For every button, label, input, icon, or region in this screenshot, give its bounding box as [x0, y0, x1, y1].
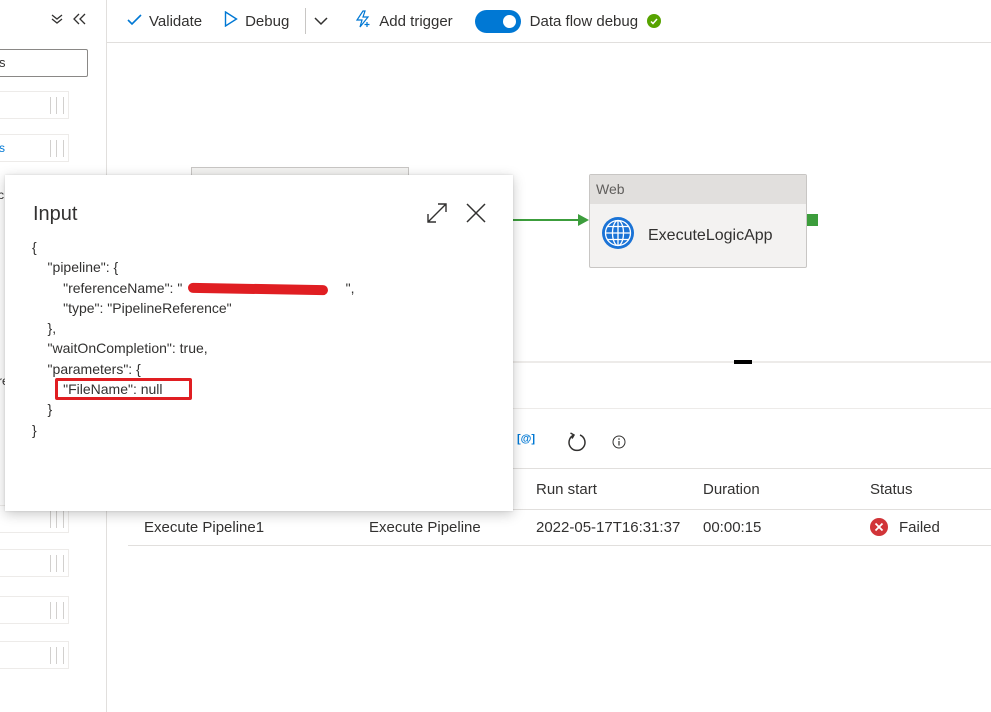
- drag-handle-icon[interactable]: [50, 97, 64, 114]
- code-line: {: [32, 239, 37, 255]
- code-line: "type": "PipelineReference": [32, 299, 232, 316]
- resource-row-label: c: [0, 188, 4, 202]
- filter-resources-input[interactable]: s: [0, 49, 88, 77]
- validate-label: Validate: [149, 12, 203, 30]
- success-connector: [512, 219, 582, 221]
- pipeline-toolbar: Validate Debug Add trigger Data flow deb…: [107, 0, 991, 43]
- activity-type-label: Web: [590, 175, 806, 204]
- column-header-run-start[interactable]: Run start: [536, 481, 597, 498]
- code-line: }: [32, 401, 53, 418]
- close-icon[interactable]: [465, 202, 487, 229]
- resource-row[interactable]: [0, 91, 69, 119]
- activity-name: ExecuteLogicApp: [648, 226, 773, 244]
- chevron-down-icon: [314, 13, 328, 30]
- output-toolbar-divider: [512, 408, 991, 409]
- dialog-title: Input: [33, 203, 78, 225]
- status-cell: Failed: [899, 519, 940, 536]
- resource-row-label: s: [0, 141, 5, 155]
- column-header-status[interactable]: Status: [870, 481, 913, 498]
- code-line: "pipeline": {: [32, 259, 119, 276]
- add-trigger-label: Add trigger: [379, 12, 453, 30]
- drag-handle-icon[interactable]: [50, 140, 64, 157]
- drag-handle-icon[interactable]: [50, 602, 64, 619]
- collapse-all-icon[interactable]: [51, 12, 63, 29]
- data-flow-debug-toggle[interactable]: Data flow debug: [474, 9, 662, 33]
- json-input-content: { "pipeline": { "referenceName": " ", "t…: [32, 237, 355, 440]
- play-icon: [224, 10, 238, 31]
- json-view-icon[interactable]: [@]: [517, 433, 535, 445]
- splitter-handle[interactable]: [734, 360, 752, 364]
- status-ok-icon: [647, 14, 662, 28]
- add-trigger-button[interactable]: Add trigger: [354, 10, 453, 32]
- resource-row[interactable]: [0, 549, 69, 577]
- drag-handle-icon[interactable]: [50, 511, 64, 528]
- activity-type-cell: Execute Pipeline: [369, 519, 481, 536]
- code-line: "waitOnCompletion": true,: [32, 340, 208, 357]
- search-input-text: s: [0, 55, 6, 70]
- duration-cell: 00:00:15: [703, 519, 762, 536]
- refresh-icon[interactable]: [566, 431, 588, 458]
- collapse-panel-icon[interactable]: [73, 12, 86, 29]
- connector-arrow-icon: [578, 214, 589, 226]
- expand-icon[interactable]: [426, 202, 448, 229]
- drag-handle-icon[interactable]: [50, 647, 64, 664]
- toggle-switch[interactable]: [474, 9, 521, 33]
- column-header-duration[interactable]: Duration: [703, 481, 760, 498]
- annotation-highlight-box: [55, 378, 192, 400]
- output-port-handle[interactable]: [807, 214, 818, 226]
- activity-name-cell[interactable]: Execute Pipeline1: [144, 519, 264, 536]
- web-activity-node[interactable]: Web ExecuteLogicApp: [589, 174, 807, 268]
- panel-controls: [51, 12, 86, 29]
- code-line: "parameters": {: [32, 360, 141, 377]
- resource-row[interactable]: s: [0, 134, 69, 162]
- validate-button[interactable]: Validate: [127, 13, 202, 30]
- error-icon: [870, 518, 888, 536]
- data-flow-debug-label: Data flow debug: [529, 12, 639, 30]
- checkmark-icon: [127, 13, 142, 30]
- globe-icon: [601, 216, 635, 255]
- input-details-dialog: Input { "pipeline": { "referenceName": "…: [5, 175, 513, 511]
- lightning-icon: [354, 10, 372, 32]
- resource-row[interactable]: [0, 596, 69, 624]
- debug-button[interactable]: Debug: [224, 10, 290, 31]
- code-line: },: [32, 320, 57, 337]
- debug-options-dropdown[interactable]: [314, 13, 328, 30]
- code-line: }: [32, 421, 37, 438]
- drag-handle-icon[interactable]: [50, 555, 64, 572]
- table-row-divider: [128, 545, 991, 546]
- toolbar-divider: [305, 8, 307, 34]
- debug-label: Debug: [245, 12, 290, 30]
- resource-row[interactable]: [0, 641, 69, 669]
- run-start-cell: 2022-05-17T16:31:37.2: [536, 519, 681, 536]
- info-icon[interactable]: [612, 435, 626, 454]
